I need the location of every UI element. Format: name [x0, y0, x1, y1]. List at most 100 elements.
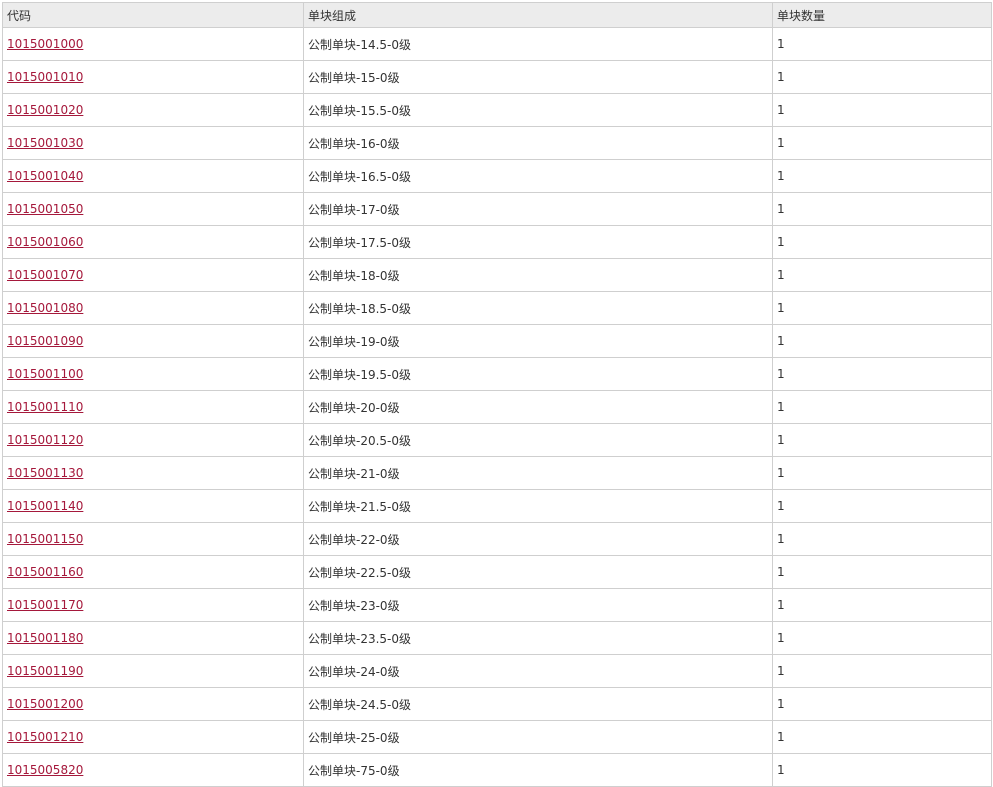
cell-code: 1015001170	[2, 588, 304, 622]
cell-code: 1015005820	[2, 753, 304, 787]
column-header-code: 代码	[2, 2, 304, 28]
cell-composition: 公制单块-24-0级	[303, 654, 773, 688]
table-row: 1015001020 公制单块-15.5-0级 1	[2, 93, 992, 127]
cell-composition: 公制单块-24.5-0级	[303, 687, 773, 721]
table-row: 1015001110 公制单块-20-0级 1	[2, 390, 992, 424]
cell-quantity: 1	[772, 588, 992, 622]
cell-code: 1015001110	[2, 390, 304, 424]
code-link[interactable]: 1015001020	[7, 103, 83, 117]
code-link[interactable]: 1015001120	[7, 433, 83, 447]
cell-quantity: 1	[772, 555, 992, 589]
cell-code: 1015001020	[2, 93, 304, 127]
table-row: 1015005820 公制单块-75-0级 1	[2, 753, 992, 787]
cell-quantity: 1	[772, 357, 992, 391]
table-row: 1015001190 公制单块-24-0级 1	[2, 654, 992, 688]
code-link[interactable]: 1015001110	[7, 400, 83, 414]
table-row: 1015001000 公制单块-14.5-0级 1	[2, 27, 992, 61]
cell-quantity: 1	[772, 390, 992, 424]
cell-code: 1015001010	[2, 60, 304, 94]
table-row: 1015001170 公制单块-23-0级 1	[2, 588, 992, 622]
cell-composition: 公制单块-23-0级	[303, 588, 773, 622]
table-row: 1015001070 公制单块-18-0级 1	[2, 258, 992, 292]
cell-quantity: 1	[772, 423, 992, 457]
cell-quantity: 1	[772, 60, 992, 94]
table-row: 1015001130 公制单块-21-0级 1	[2, 456, 992, 490]
code-link[interactable]: 1015001080	[7, 301, 83, 315]
column-header-composition: 单块组成	[303, 2, 773, 28]
cell-code: 1015001150	[2, 522, 304, 556]
cell-code: 1015001030	[2, 126, 304, 160]
code-link[interactable]: 1015001010	[7, 70, 83, 84]
code-link[interactable]: 1015001200	[7, 697, 83, 711]
cell-code: 1015001120	[2, 423, 304, 457]
cell-code: 1015001210	[2, 720, 304, 754]
code-link[interactable]: 1015001210	[7, 730, 83, 744]
cell-composition: 公制单块-22-0级	[303, 522, 773, 556]
code-link[interactable]: 1015001100	[7, 367, 83, 381]
cell-quantity: 1	[772, 522, 992, 556]
cell-code: 1015001200	[2, 687, 304, 721]
table-row: 1015001120 公制单块-20.5-0级 1	[2, 423, 992, 457]
code-link[interactable]: 1015001070	[7, 268, 83, 282]
code-link[interactable]: 1015001140	[7, 499, 83, 513]
table-row: 1015001030 公制单块-16-0级 1	[2, 126, 992, 160]
table-row: 1015001010 公制单块-15-0级 1	[2, 60, 992, 94]
table-row: 1015001090 公制单块-19-0级 1	[2, 324, 992, 358]
table-row: 1015001150 公制单块-22-0级 1	[2, 522, 992, 556]
cell-quantity: 1	[772, 258, 992, 292]
code-link[interactable]: 1015001130	[7, 466, 83, 480]
code-link[interactable]: 1015001160	[7, 565, 83, 579]
cell-composition: 公制单块-14.5-0级	[303, 27, 773, 61]
code-link[interactable]: 1015001180	[7, 631, 83, 645]
cell-quantity: 1	[772, 489, 992, 523]
cell-composition: 公制单块-75-0级	[303, 753, 773, 787]
cell-composition: 公制单块-18.5-0级	[303, 291, 773, 325]
cell-code: 1015001140	[2, 489, 304, 523]
table-body: 1015001000 公制单块-14.5-0级 1 1015001010 公制单块-15…	[2, 27, 992, 787]
cell-code: 1015001130	[2, 456, 304, 490]
cell-code: 1015001090	[2, 324, 304, 358]
cell-quantity: 1	[772, 753, 992, 787]
cell-quantity: 1	[772, 687, 992, 721]
cell-code: 1015001180	[2, 621, 304, 655]
code-link[interactable]: 1015001090	[7, 334, 83, 348]
cell-composition: 公制单块-21-0级	[303, 456, 773, 490]
cell-quantity: 1	[772, 93, 992, 127]
cell-quantity: 1	[772, 159, 992, 193]
cell-code: 1015001080	[2, 291, 304, 325]
code-link[interactable]: 1015001030	[7, 136, 83, 150]
code-link[interactable]: 1015005820	[7, 763, 83, 777]
table-row: 1015001140 公制单块-21.5-0级 1	[2, 489, 992, 523]
cell-composition: 公制单块-17.5-0级	[303, 225, 773, 259]
table-row: 1015001060 公制单块-17.5-0级 1	[2, 225, 992, 259]
block-table: 代码 单块组成 单块数量 1015001000 公制单块-14.5-0级 1 1015…	[2, 2, 992, 787]
cell-composition: 公制单块-21.5-0级	[303, 489, 773, 523]
cell-composition: 公制单块-22.5-0级	[303, 555, 773, 589]
cell-quantity: 1	[772, 720, 992, 754]
cell-composition: 公制单块-17-0级	[303, 192, 773, 226]
table-row: 1015001160 公制单块-22.5-0级 1	[2, 555, 992, 589]
code-link[interactable]: 1015001170	[7, 598, 83, 612]
cell-composition: 公制单块-20.5-0级	[303, 423, 773, 457]
block-table-container: 代码 单块组成 单块数量 1015001000 公制单块-14.5-0级 1 1015…	[2, 2, 992, 787]
cell-code: 1015001070	[2, 258, 304, 292]
cell-code: 1015001000	[2, 27, 304, 61]
cell-composition: 公制单块-16.5-0级	[303, 159, 773, 193]
code-link[interactable]: 1015001050	[7, 202, 83, 216]
cell-composition: 公制单块-19.5-0级	[303, 357, 773, 391]
cell-composition: 公制单块-15-0级	[303, 60, 773, 94]
cell-code: 1015001060	[2, 225, 304, 259]
code-link[interactable]: 1015001060	[7, 235, 83, 249]
cell-composition: 公制单块-25-0级	[303, 720, 773, 754]
code-link[interactable]: 1015001190	[7, 664, 83, 678]
code-link[interactable]: 1015001150	[7, 532, 83, 546]
cell-composition: 公制单块-15.5-0级	[303, 93, 773, 127]
column-header-quantity: 单块数量	[772, 2, 992, 28]
code-link[interactable]: 1015001040	[7, 169, 83, 183]
table-row: 1015001180 公制单块-23.5-0级 1	[2, 621, 992, 655]
table-row: 1015001200 公制单块-24.5-0级 1	[2, 687, 992, 721]
cell-code: 1015001050	[2, 192, 304, 226]
table-row: 1015001050 公制单块-17-0级 1	[2, 192, 992, 226]
cell-code: 1015001100	[2, 357, 304, 391]
code-link[interactable]: 1015001000	[7, 37, 83, 51]
